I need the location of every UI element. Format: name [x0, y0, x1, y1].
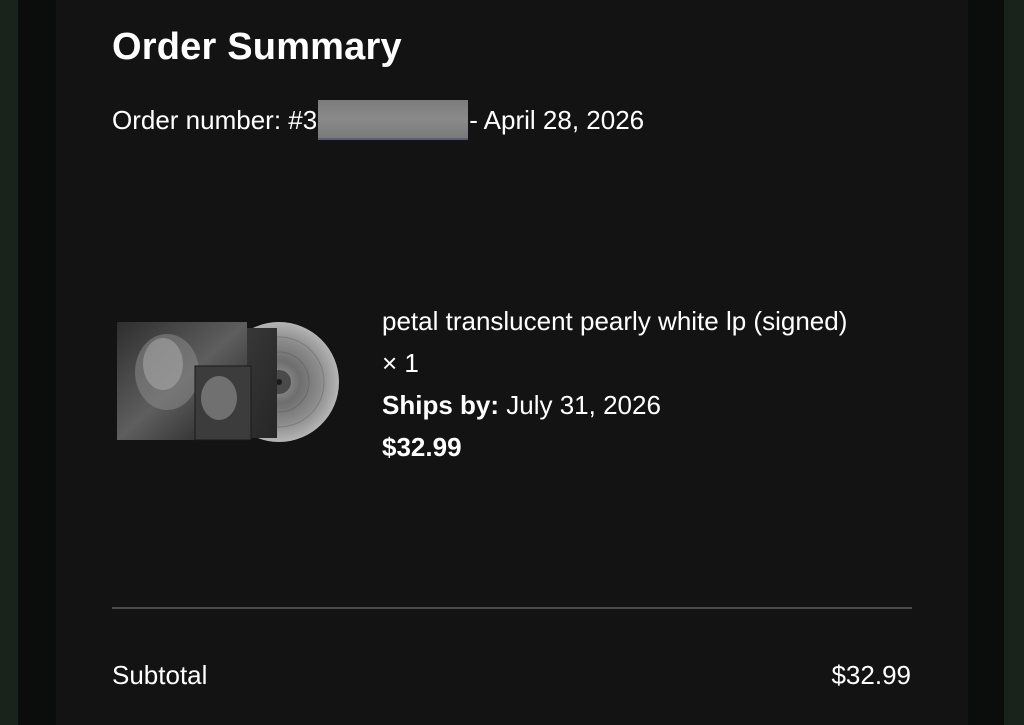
window-edge-left [0, 0, 18, 725]
product-details: petal translucent pearly white lp (signe… [382, 300, 847, 468]
product-name[interactable]: petal translucent pearly white lp (signe… [382, 300, 847, 342]
divider [112, 607, 912, 609]
product-quantity: × 1 [382, 348, 419, 378]
product-image[interactable] [117, 322, 341, 442]
subtotal-label: Subtotal [112, 660, 208, 690]
ships-by-label: Ships by: [382, 390, 500, 420]
product-price: $32.99 [382, 432, 462, 462]
ships-by-date: July 31, 2026 [506, 390, 661, 420]
order-summary-title: Order Summary [112, 26, 402, 68]
order-date: - April 28, 2026 [469, 104, 645, 135]
subtotal-value: $32.99 [831, 660, 911, 690]
page-background: Order Summary Order number: #3 - April 2… [0, 0, 1024, 725]
window-edge-right [1004, 0, 1024, 725]
ships-by-line: Ships by: July 31, 2026 [382, 384, 847, 426]
redacted-order-number [318, 100, 469, 140]
order-number-line: Order number: #3 - April 28, 2026 [112, 100, 644, 140]
order-number-prefix: Order number: #3 [112, 104, 318, 135]
